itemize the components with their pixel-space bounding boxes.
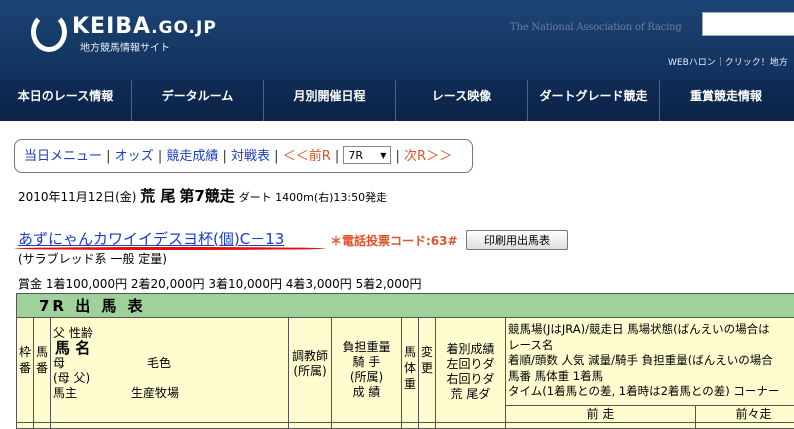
col-trainer-header: 調教師(所属) — [289, 318, 332, 428]
col-uma-label: 馬番 — [35, 345, 48, 375]
col-horse-name: 馬 名 — [55, 339, 91, 357]
col-record-left: 左回りダ — [446, 357, 495, 371]
separator: | — [270, 149, 283, 164]
logo-text: KEIBA — [72, 14, 152, 39]
col-past-line-venue: 競馬場(JはJRA)/競走日 馬場状態(ばんえいの場合は — [508, 322, 770, 336]
race-title: あずにゃんカワイイデスヨ杯(個)C－13 — [18, 230, 285, 248]
col-change-header: 変更 — [419, 318, 436, 428]
race-submenu: 当日メニュー | オッズ | 競走成績 | 対戦表 | ＜＜前R | 7R ▼ |… — [14, 139, 473, 173]
race-prize: 賞金 1着100,000円 2着20,000円 3着10,000円 4着3,00… — [18, 277, 422, 291]
site-header: KEIBA.GO.JP 地方競馬情報サイト The National Assoc… — [0, 0, 794, 121]
col-horse-dam-row: 母 毛色 — [53, 356, 288, 371]
race-number: 第7競走 — [179, 187, 235, 205]
nav-dirt-grade[interactable]: ダートグレード競走 — [528, 80, 660, 121]
top-links[interactable]: WEBハロン｜クリック！地方 — [668, 55, 788, 68]
divider — [17, 422, 794, 423]
nav-race-videos[interactable]: レース映像 — [396, 80, 528, 121]
nav-data-room[interactable]: データルーム — [132, 80, 264, 121]
separator: | — [153, 149, 167, 164]
race-date: 2010年11月12日(金) — [18, 190, 137, 204]
print-button[interactable]: 印刷用出馬表 — [466, 230, 568, 250]
prev-race-link[interactable]: ＜＜前R — [283, 149, 331, 164]
col-past-line-horse: 馬番 馬体重 1着馬 — [508, 368, 604, 383]
col-record-right: 右回りダ — [446, 372, 495, 386]
link-results[interactable]: 競走成績 — [166, 149, 218, 164]
entry-table: 7R 出 馬 表 枠番 馬番 父 性齢 馬 名 母毛色 (母 父) 馬主 生産牧場… — [16, 293, 794, 429]
nav-today-races[interactable]: 本日のレース情報 — [0, 80, 132, 121]
col-weight-jockey: 騎 手 — [352, 355, 381, 369]
col-weight-header: 負担重量 騎 手 (所属) 成 績 — [332, 318, 402, 428]
association-name: The National Association of Racing — [510, 22, 682, 33]
link-today-menu[interactable]: 当日メニュー — [24, 149, 102, 164]
col-record-arao: 荒 尾ダ — [450, 387, 491, 401]
horseshoe-logo-icon[interactable] — [31, 12, 67, 52]
nav-monthly-schedule[interactable]: 月別開催日程 — [264, 80, 396, 121]
race-venue: 荒 尾 — [140, 187, 176, 205]
col-horse-bms: (母 父) — [53, 371, 91, 385]
col-weight-record: 成 績 — [352, 385, 381, 399]
next-race-link[interactable]: 次R＞＞ — [404, 149, 452, 164]
col-weight-burden: 負担重量 — [342, 340, 391, 354]
col-past-line-race: レース名 — [508, 337, 554, 352]
col-horse-color: 毛色 — [147, 356, 172, 370]
col-record-total: 着別成績 — [446, 342, 495, 356]
col-body-header: 馬体重 — [402, 318, 419, 428]
col-change-label: 変更 — [420, 345, 433, 375]
col-prev2-header: 前々走 — [696, 406, 794, 428]
col-past-line-finish: 着順/頭数 人気 減量/騎手 負担重量(ばんえいの場合 — [508, 353, 773, 367]
col-prev2-label: 前々走 — [735, 407, 772, 421]
main-nav: 本日のレース情報 データルーム 月別開催日程 レース映像 ダートグレード競走 重… — [0, 80, 794, 121]
col-body-label: 馬体重 — [403, 345, 416, 391]
col-past-line-time: タイム(1着馬との差, 1着時は2着馬との差) コーナー — [508, 384, 780, 398]
separator: | — [102, 149, 115, 164]
col-weight-affil: (所属) — [349, 370, 384, 384]
separator: | — [218, 149, 232, 164]
link-matchups[interactable]: 対戦表 — [231, 149, 270, 164]
logo-suffix: .GO.JP — [151, 18, 217, 38]
race-select[interactable]: 7R ▼ — [343, 145, 392, 164]
col-horse-owner: 馬主 — [53, 386, 78, 400]
col-waku-header: 枠番 — [17, 318, 34, 428]
col-record-header: 着別成績 左回りダ 右回りダ 荒 尾ダ — [436, 318, 506, 428]
col-prev1-label: 前 走 — [586, 407, 615, 421]
nav-graded-races[interactable]: 重賞競走情報 — [660, 80, 792, 121]
search-input[interactable] — [702, 12, 794, 36]
col-horse-breeder: 生産牧場 — [131, 386, 180, 400]
phone-code: ＊電話投票コード:63# — [330, 234, 458, 248]
race-breed: (サラブレッド系 一般 定量) — [18, 252, 167, 266]
race-select-value: 7R — [348, 148, 364, 162]
site-logo[interactable]: KEIBA.GO.JP — [72, 14, 217, 40]
col-horse-owner-row: 馬主 生産牧場 — [53, 386, 288, 401]
race-info-line: 2010年11月12日(金) 荒 尾 第7競走 ダート 1400m(右)13:5… — [18, 185, 387, 206]
table-title: 7R 出 馬 表 — [17, 294, 794, 318]
link-odds[interactable]: オッズ — [115, 149, 154, 164]
chevron-down-icon: ▼ — [380, 150, 387, 160]
col-horse-header: 父 性齢 馬 名 母毛色 (母 父) 馬主 生産牧場 — [51, 318, 289, 428]
col-prev1-header: 前 走 — [506, 406, 696, 428]
col-uma-header: 馬番 — [34, 318, 51, 428]
separator: | — [330, 149, 344, 164]
col-horse-dam: 母 — [53, 356, 66, 370]
logo-subtitle: 地方競馬情報サイト — [80, 43, 170, 54]
col-waku-label: 枠番 — [18, 345, 31, 375]
col-trainer-label: 調教師(所属) — [291, 349, 328, 378]
separator: | — [391, 149, 405, 164]
race-course: ダート 1400m(右)13:50発走 — [238, 191, 388, 204]
